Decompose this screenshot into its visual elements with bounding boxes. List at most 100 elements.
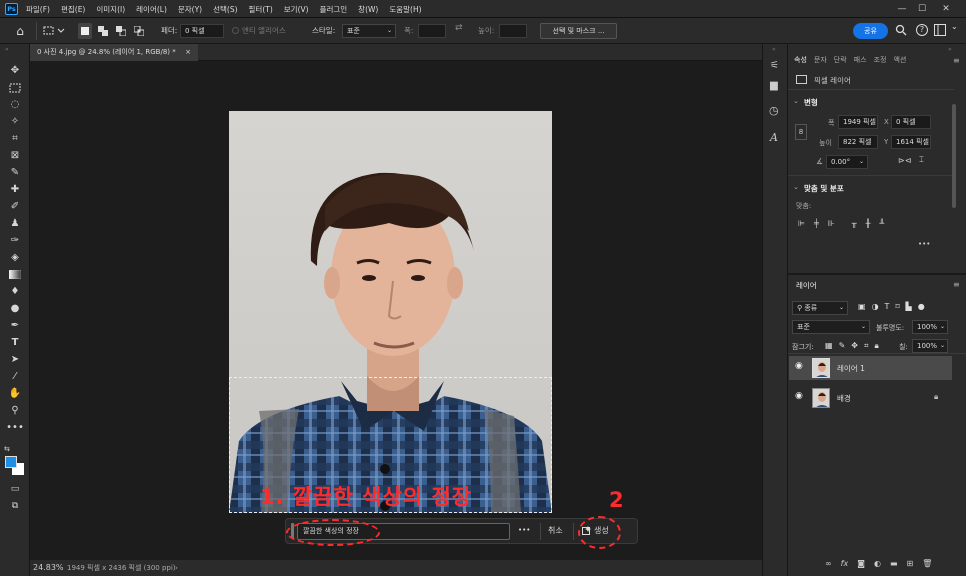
- menu-window[interactable]: 창(W): [358, 4, 378, 15]
- gradient-tool-icon[interactable]: [0, 267, 30, 283]
- transform-x-input[interactable]: 0 픽셀: [891, 115, 931, 129]
- comments-panel-icon[interactable]: ▆: [770, 80, 778, 91]
- healing-brush-tool-icon[interactable]: ✚: [0, 182, 30, 198]
- tab-adjustments[interactable]: 조정: [874, 55, 887, 65]
- status-arrow-icon[interactable]: ›: [175, 560, 178, 576]
- clone-stamp-tool-icon[interactable]: ♟: [0, 216, 30, 232]
- eye-icon[interactable]: ◉: [795, 361, 803, 371]
- history-brush-tool-icon[interactable]: ✑: [0, 233, 30, 249]
- canvas-area[interactable]: 1. 깔끔한 색상의 정장 2 깔끔한 색상의 정장 ••• 취소 생성: [30, 61, 762, 560]
- marquee-preset-icon[interactable]: [41, 23, 67, 39]
- opacity-input[interactable]: 100% ⌄: [912, 320, 948, 334]
- add-selection-icon[interactable]: [96, 23, 110, 39]
- new-group-icon[interactable]: ▬: [890, 559, 898, 568]
- adjustment-layer-icon[interactable]: ◐: [874, 559, 881, 568]
- adjustment-filter-icon[interactable]: ◑: [872, 302, 879, 311]
- new-layer-icon[interactable]: ⊞: [907, 559, 914, 568]
- delete-layer-icon[interactable]: 🗑︎: [922, 559, 932, 568]
- type-tool-icon[interactable]: T: [0, 335, 30, 351]
- transform-y-input[interactable]: 1614 픽셀: [891, 135, 931, 149]
- pixel-filter-icon[interactable]: ▣: [858, 302, 866, 311]
- lock-position-icon[interactable]: ✥: [851, 341, 858, 351]
- lock-transparent-icon[interactable]: ▦: [825, 341, 833, 351]
- add-mask-icon[interactable]: ◙: [857, 559, 865, 568]
- move-tool-icon[interactable]: ✥: [0, 63, 30, 79]
- history-panel-icon[interactable]: ◷: [769, 104, 779, 117]
- align-center-h-icon[interactable]: ╪: [814, 219, 819, 228]
- layer-name[interactable]: 레이어 1: [837, 363, 865, 374]
- rotation-angle-input[interactable]: 0.00° ⌄: [826, 155, 868, 169]
- collapse-icon[interactable]: »: [5, 46, 9, 53]
- more-tools-icon[interactable]: •••: [0, 420, 30, 436]
- menu-file[interactable]: 파일(F): [26, 4, 50, 15]
- zoom-level[interactable]: 24.83%: [33, 560, 64, 576]
- swap-colors-icon[interactable]: ⇆: [4, 445, 10, 453]
- transform-height-input[interactable]: 822 픽셀: [838, 135, 878, 149]
- subtract-selection-icon[interactable]: [114, 23, 128, 39]
- tab-actions[interactable]: 액션: [893, 55, 906, 65]
- zoom-tool-icon[interactable]: ⚲: [0, 403, 30, 419]
- scrollbar[interactable]: [952, 104, 956, 208]
- collapse-icon[interactable]: »: [948, 46, 952, 53]
- align-middle-v-icon[interactable]: ╫: [866, 219, 871, 228]
- align-right-icon[interactable]: ⊪: [828, 219, 835, 228]
- fx-icon[interactable]: fx: [841, 559, 849, 568]
- menu-select[interactable]: 선택(S): [213, 4, 237, 15]
- style-select[interactable]: 표준 ⌄: [342, 24, 396, 38]
- eyedropper-tool-icon[interactable]: ✎: [0, 165, 30, 181]
- lock-pixels-icon[interactable]: ✎: [839, 341, 846, 351]
- type-filter-icon[interactable]: T: [885, 302, 890, 311]
- menu-layer[interactable]: 레이어(L): [136, 4, 167, 15]
- swap-icon[interactable]: ⇄: [455, 23, 463, 33]
- menu-view[interactable]: 보기(V): [284, 4, 309, 15]
- menu-edit[interactable]: 편집(E): [61, 4, 85, 15]
- layer-name[interactable]: 배경: [837, 393, 851, 404]
- layer-row-background[interactable]: ◉ 배경 🔒︎: [789, 386, 952, 410]
- document-tab[interactable]: 0 사진 4.jpg @ 24.8% (레이어 1, RGB/8) * ×: [30, 44, 198, 61]
- maximize-button[interactable]: ☐: [914, 2, 930, 16]
- blend-mode-select[interactable]: 표준 ⌄: [792, 320, 870, 334]
- eye-icon[interactable]: ◉: [795, 391, 803, 401]
- properties-panel-icon[interactable]: ⚟: [770, 60, 779, 71]
- menu-type[interactable]: 문자(Y): [178, 4, 202, 15]
- menu-image[interactable]: 이미지(I): [96, 4, 125, 15]
- blur-tool-icon[interactable]: ♦: [0, 284, 30, 300]
- tab-paragraph[interactable]: 단락: [834, 55, 847, 65]
- pen-tool-icon[interactable]: ✒: [0, 318, 30, 334]
- screen-mode-icon[interactable]: ⧉: [0, 498, 30, 514]
- cancel-button[interactable]: 취소: [548, 525, 563, 536]
- menu-filter[interactable]: 필터(T): [249, 4, 273, 15]
- height-input[interactable]: [499, 24, 527, 38]
- crop-tool-icon[interactable]: ⌗: [0, 131, 30, 147]
- share-button[interactable]: 공유: [853, 23, 888, 39]
- align-left-icon[interactable]: ⊫: [798, 219, 805, 228]
- antialias-checkbox[interactable]: [232, 27, 239, 34]
- quick-mask-icon[interactable]: ▭: [0, 481, 30, 497]
- width-input[interactable]: [418, 24, 446, 38]
- eraser-tool-icon[interactable]: ◈: [0, 250, 30, 266]
- feather-input[interactable]: 0 픽셀: [180, 24, 224, 38]
- panel-menu-icon[interactable]: ≡: [953, 56, 960, 65]
- layer-row-layer1[interactable]: ◉ 레이어 1: [789, 356, 952, 380]
- filter-toggle-icon[interactable]: ●: [918, 302, 925, 311]
- minimize-button[interactable]: —: [894, 2, 910, 16]
- search-icon[interactable]: [895, 24, 907, 36]
- line-tool-icon[interactable]: ⁄: [0, 369, 30, 385]
- panel-menu-icon[interactable]: ≡: [953, 280, 960, 289]
- magic-wand-tool-icon[interactable]: ✧: [0, 114, 30, 130]
- flip-horizontal-icon[interactable]: ⊳⊲: [898, 156, 911, 165]
- chevron-down-icon[interactable]: ⌄: [951, 22, 958, 31]
- chevron-down-icon[interactable]: ⌄: [793, 183, 799, 191]
- tab-character[interactable]: 문자: [814, 55, 827, 65]
- smart-object-filter-icon[interactable]: ▙: [906, 302, 912, 311]
- select-and-mask-button[interactable]: 선택 및 마스크 ...: [540, 23, 617, 39]
- close-tab-icon[interactable]: ×: [185, 44, 191, 61]
- tab-paths[interactable]: 패스: [854, 55, 867, 65]
- tab-properties[interactable]: 속성: [794, 55, 807, 65]
- brush-tool-icon[interactable]: ✐: [0, 199, 30, 215]
- intersect-selection-icon[interactable]: [132, 23, 146, 39]
- close-window-button[interactable]: ✕: [938, 2, 954, 16]
- rect-marquee-tool-icon[interactable]: [0, 80, 30, 96]
- lock-all-icon[interactable]: 🔒︎: [874, 341, 878, 351]
- lasso-tool-icon[interactable]: ◌: [0, 97, 30, 113]
